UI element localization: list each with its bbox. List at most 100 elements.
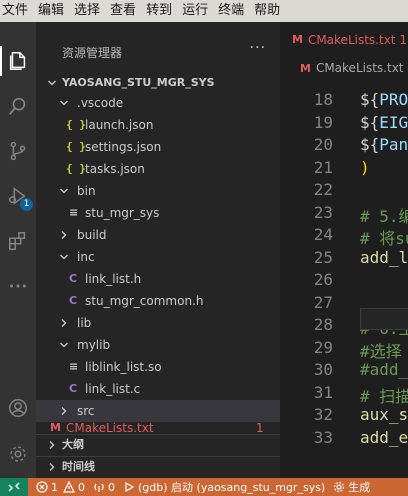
- tree-folder-lib[interactable]: lib: [36, 312, 280, 334]
- tree-file-launch-json[interactable]: { } launch.json: [36, 114, 280, 136]
- tree-file-tasks-json[interactable]: { } tasks.json: [36, 158, 280, 180]
- menu-go[interactable]: 转到: [142, 0, 178, 22]
- error-count: 1: [51, 480, 58, 494]
- menu-terminal[interactable]: 终端: [214, 0, 250, 22]
- ports-count: 0: [108, 480, 115, 494]
- code-line[interactable]: # 扫描: [360, 383, 408, 407]
- tree-folder-mylib[interactable]: mylib: [36, 334, 280, 356]
- line-number: 27: [313, 292, 333, 312]
- file-lines-icon: ≡: [69, 360, 79, 373]
- tree-label: CMakeLists.txt: [66, 422, 154, 434]
- code-line[interactable]: ${EIGE: [360, 113, 408, 132]
- line-number: 31: [313, 382, 333, 402]
- problems-status[interactable]: 1 0: [36, 481, 85, 494]
- tree-label: bin: [77, 184, 96, 198]
- menu-file[interactable]: 文件: [0, 0, 34, 22]
- code-line[interactable]: #选择: [360, 338, 402, 362]
- line-number: 21: [313, 157, 333, 177]
- tab-label: CMakeLists.txt 1: [307, 32, 407, 47]
- more-views-button[interactable]: [0, 268, 36, 304]
- sidebar-title: 资源管理器: [62, 46, 123, 60]
- tree-folder-bin[interactable]: bin: [36, 180, 280, 202]
- build-status[interactable]: 生成: [333, 479, 370, 495]
- tree-file-settings-json[interactable]: { } settings.json: [36, 136, 280, 158]
- code-line[interactable]: add_l: [360, 248, 408, 267]
- chevron-right-icon: [58, 400, 70, 422]
- breadcrumb-item[interactable]: CMakeLists.txt: [316, 61, 404, 75]
- manage-button[interactable]: [0, 436, 36, 472]
- chevron-right-icon: [46, 456, 58, 478]
- code-line[interactable]: ): [360, 158, 370, 177]
- code-line[interactable]: # 将su: [360, 225, 408, 249]
- remote-icon: [8, 482, 20, 492]
- tree-label: settings.json: [85, 140, 162, 154]
- search-icon: [9, 97, 26, 115]
- debug-badge: 1: [20, 198, 33, 211]
- tree-label: link_list.h: [85, 272, 142, 286]
- code-line[interactable]: ${Pan: [360, 135, 408, 154]
- c-file-icon: C: [69, 382, 78, 395]
- tree-folder-build[interactable]: build: [36, 224, 280, 246]
- tree-file-cmakelists[interactable]: M CMakeLists.txt 1: [36, 422, 280, 434]
- run-debug-button[interactable]: 1: [0, 178, 36, 214]
- chevron-right-icon: [46, 434, 58, 456]
- tree-file-liblink-list-so[interactable]: ≡ liblink_list.so: [36, 356, 280, 378]
- tree-root[interactable]: YAOSANG_STU_MGR_SYS: [36, 72, 280, 94]
- code-line[interactable]: # 5.编: [360, 203, 408, 227]
- menu-run[interactable]: 运行: [178, 0, 214, 22]
- account-icon: [9, 399, 27, 417]
- tree-file-stu-mgr-common-h[interactable]: C stu_mgr_common.h: [36, 290, 280, 312]
- line-number: 29: [313, 337, 333, 357]
- menu-selection[interactable]: 选择: [70, 0, 106, 22]
- chevron-down-icon: [58, 246, 70, 268]
- code-line[interactable]: add_e: [360, 428, 408, 447]
- tree-label: lib: [77, 316, 92, 330]
- tree-folder-src[interactable]: src: [36, 400, 280, 422]
- line-number: 23: [313, 202, 333, 222]
- menu-bar: 文件 编辑 选择 查看 转到 运行 终端 帮助: [0, 0, 408, 22]
- section-outline[interactable]: 大纲: [36, 434, 280, 456]
- line-number: 19: [313, 112, 333, 132]
- ports-status[interactable]: 0: [93, 481, 115, 494]
- menu-help[interactable]: 帮助: [250, 0, 286, 22]
- problem-count: 1: [256, 422, 264, 434]
- remote-button[interactable]: [0, 478, 28, 496]
- ellipsis-icon: [10, 284, 26, 288]
- tree-label: mylib: [77, 338, 111, 352]
- c-file-icon: C: [69, 272, 78, 285]
- accounts-button[interactable]: [0, 390, 36, 426]
- tree-folder-vscode[interactable]: .vscode: [36, 92, 280, 114]
- search-button[interactable]: [0, 88, 36, 124]
- code-line[interactable]: #add_: [360, 360, 408, 379]
- sidebar-more-icon[interactable]: ···: [250, 40, 266, 56]
- tree-label: tasks.json: [85, 162, 145, 176]
- c-file-icon: C: [69, 294, 78, 307]
- line-number: 25: [313, 247, 333, 267]
- code-line[interactable]: aux_s: [360, 405, 408, 424]
- tree-folder-inc[interactable]: inc: [36, 246, 280, 268]
- explorer-button[interactable]: [0, 43, 36, 79]
- tab-cmakelists[interactable]: M CMakeLists.txt 1: [280, 22, 408, 57]
- menu-view[interactable]: 查看: [106, 0, 142, 22]
- chevron-down-icon: [58, 334, 70, 356]
- line-number: 20: [313, 135, 333, 154]
- files-icon: [9, 52, 26, 70]
- line-number: 26: [313, 270, 333, 289]
- section-timeline[interactable]: 时间线: [36, 456, 280, 478]
- line-number: 18: [313, 90, 333, 109]
- cmake-icon: M: [50, 422, 61, 434]
- chevron-right-icon: [58, 312, 70, 334]
- extensions-button[interactable]: [0, 223, 36, 259]
- source-control-button[interactable]: [0, 133, 36, 169]
- code-token: PRO: [379, 90, 408, 109]
- debug-launch-status[interactable]: (gdb) 启动 (yaosang_stu_mgr_sys): [123, 479, 325, 495]
- tree-label: inc: [77, 250, 95, 264]
- tree-label: link_list.c: [85, 382, 141, 396]
- code-line[interactable]: ${PRO: [360, 90, 408, 109]
- tree-file-stu-mgr-sys[interactable]: ≡ stu_mgr_sys: [36, 202, 280, 224]
- tree-file-link-list-c[interactable]: C link_list.c: [36, 378, 280, 400]
- tree-label: liblink_list.so: [85, 360, 162, 374]
- tree-file-link-list-h[interactable]: C link_list.h: [36, 268, 280, 290]
- warning-icon: [63, 481, 75, 493]
- menu-edit[interactable]: 编辑: [34, 0, 70, 22]
